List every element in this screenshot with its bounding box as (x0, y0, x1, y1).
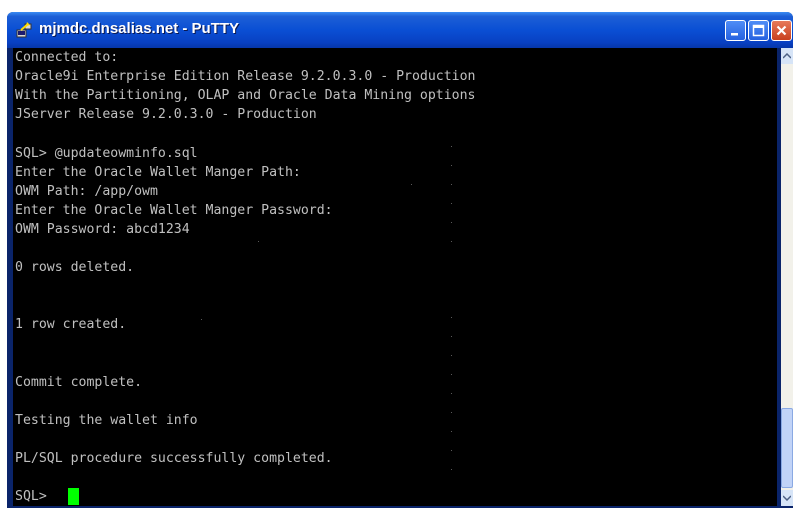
terminal-line: Connected to: (15, 50, 119, 65)
terminal-screen[interactable]: Connected to: Oracle9i Enterprise Edition… (13, 48, 777, 506)
minimize-icon (731, 33, 738, 36)
terminal-cursor (68, 488, 79, 506)
minimize-button[interactable] (725, 20, 746, 41)
maximize-button[interactable] (748, 20, 769, 41)
terminal-line: With the Partitioning, OLAP and Oracle D… (15, 88, 476, 104)
scrollbar-thumb[interactable] (781, 408, 793, 488)
terminal-line: 0 rows deleted. (15, 260, 135, 276)
title-bar[interactable]: mjmdc.dnsalias.net - PuTTY (7, 12, 793, 48)
scroll-down-button[interactable] (781, 490, 793, 506)
scroll-up-button[interactable] (781, 48, 793, 64)
maximize-icon (752, 24, 765, 37)
terminal-line: Enter the Oracle Wallet Manger Path: (15, 164, 301, 180)
vertical-scrollbar[interactable] (781, 48, 793, 506)
terminal-line: JServer Release 9.2.0.3.0 - Production (15, 107, 317, 123)
putty-icon[interactable] (15, 21, 33, 39)
terminal-line: OWM Path: /app/owm (15, 183, 158, 199)
close-icon (776, 25, 787, 36)
arrow-down-icon (783, 495, 791, 501)
terminal-line: PL/SQL procedure successfully completed. (15, 451, 333, 467)
terminal-line: Oracle9i Enterprise Edition Release 9.2.… (15, 69, 476, 85)
terminal-line: SQL> @updateowminfo.sql (15, 145, 198, 161)
terminal-line: 1 row created. (15, 317, 127, 333)
window-title: mjmdc.dnsalias.net - PuTTY (39, 20, 240, 37)
terminal-line: Testing the wallet info (15, 412, 198, 428)
putty-window: mjmdc.dnsalias.net - PuTTY Connected to:… (7, 12, 793, 508)
terminal-line: SQL> (15, 489, 55, 505)
arrow-up-icon (783, 53, 791, 59)
terminal-line: Enter the Oracle Wallet Manger Password: (15, 202, 333, 218)
close-button[interactable] (771, 20, 792, 41)
terminal-line: Commit complete. (15, 374, 143, 390)
terminal-line: OWM Password: abcd1234 (15, 221, 190, 237)
